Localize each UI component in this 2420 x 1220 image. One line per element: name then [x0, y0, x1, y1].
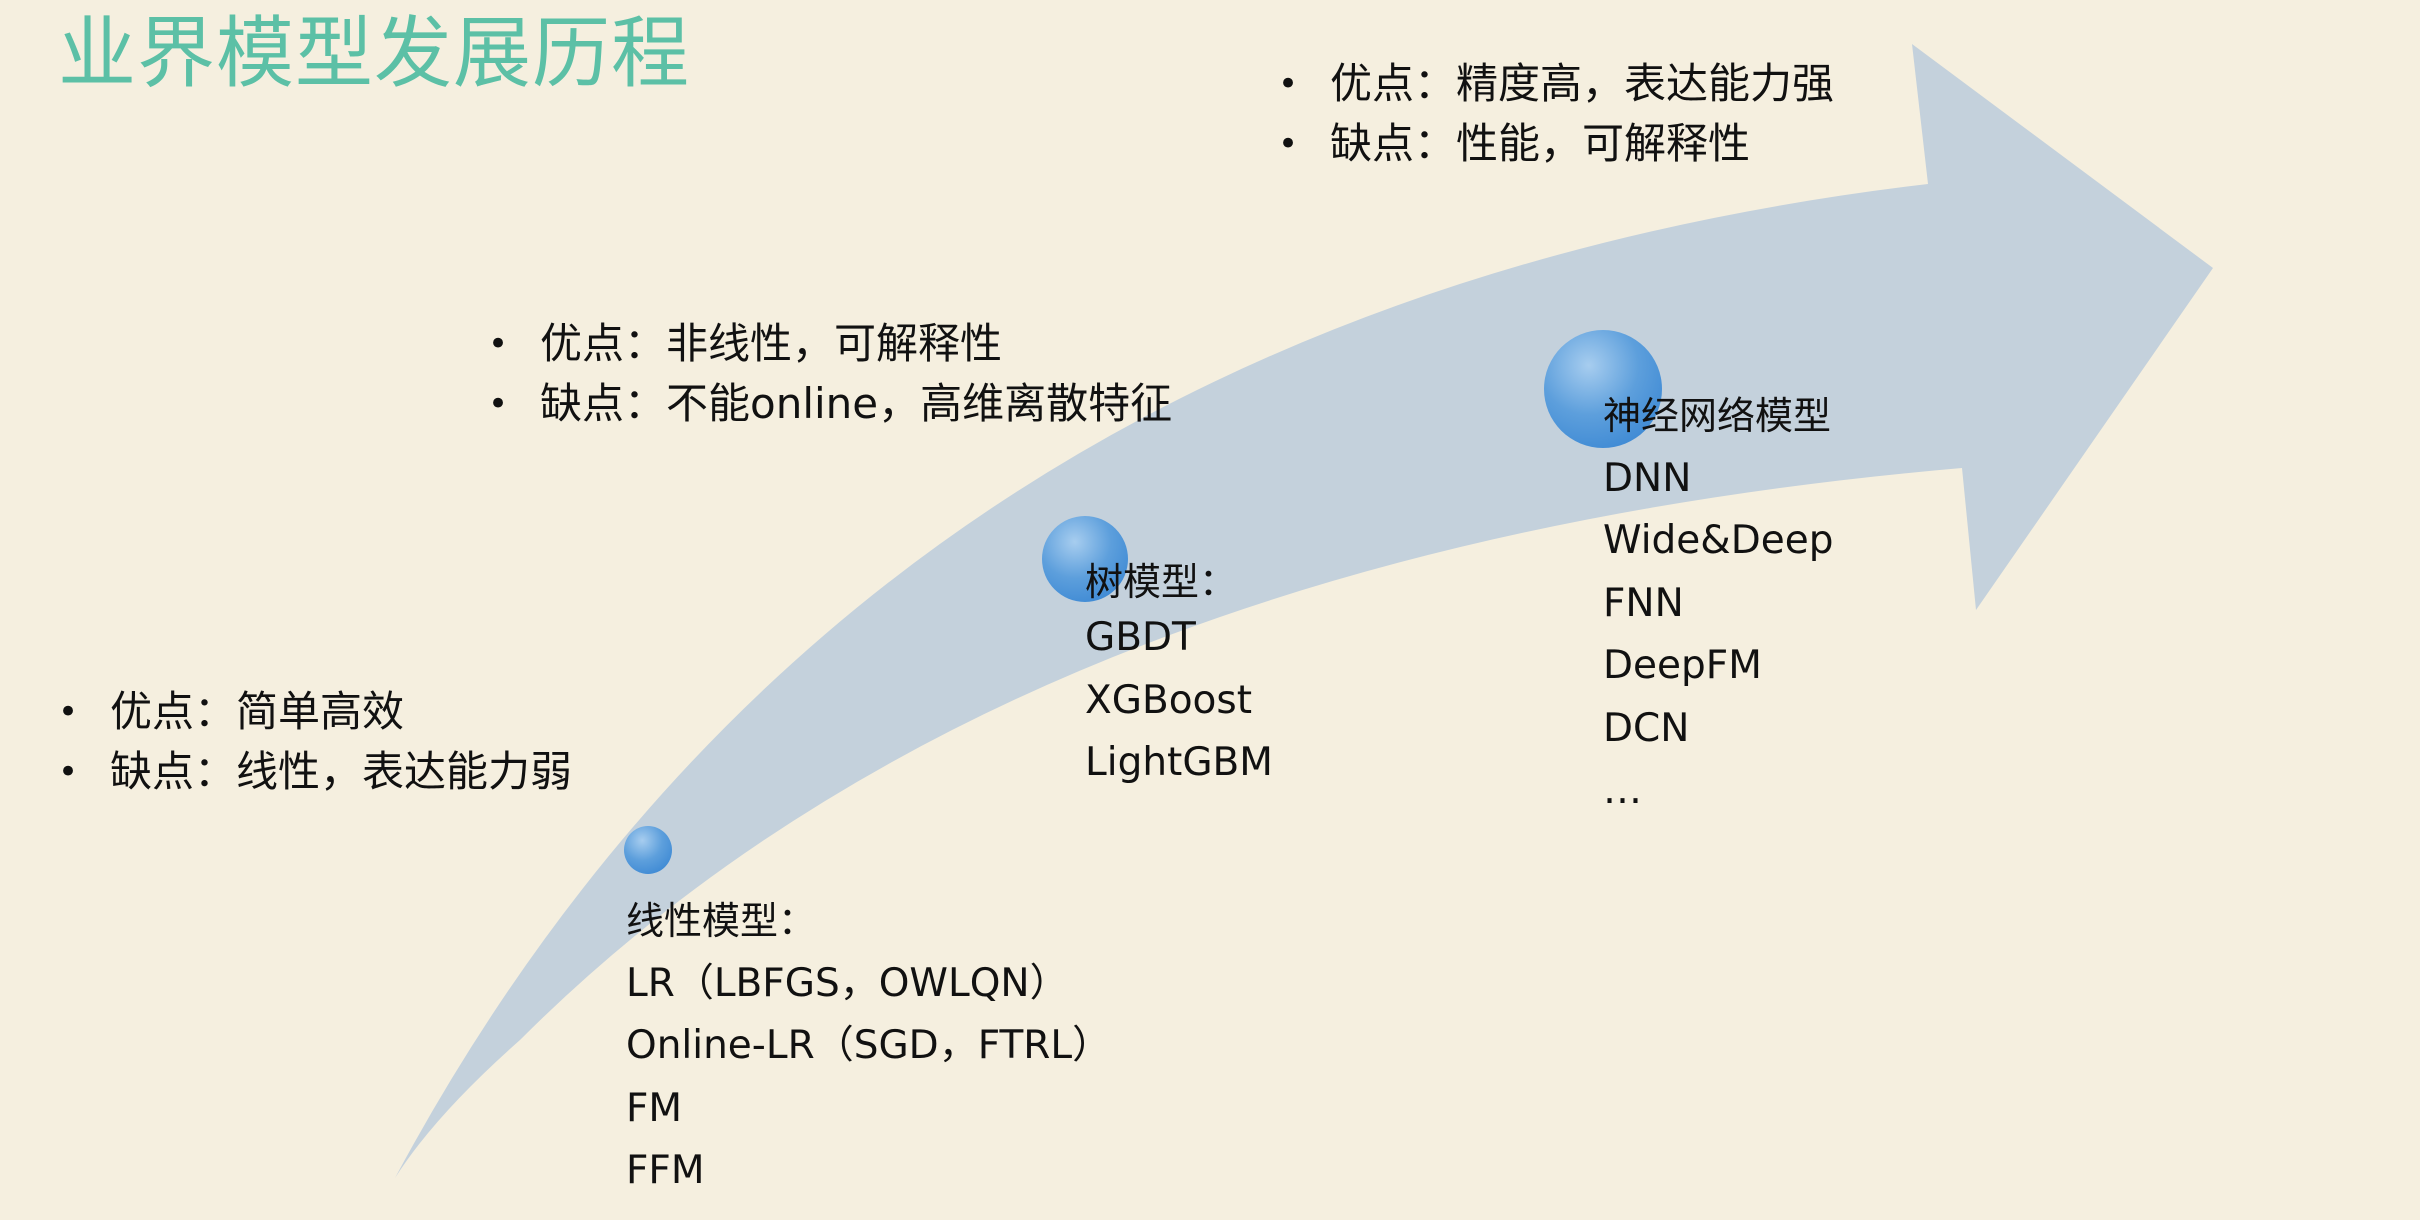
slide: 业界模型发展历程 优点：简单高效 缺点：线性，表达能力弱 优点：非线性，可解释性… — [0, 0, 2420, 1220]
neural-cons: 缺点：性能，可解释性 — [1278, 114, 1834, 174]
neural-model-item: DNN — [1603, 455, 1692, 501]
neural-model-heading: 神经网络模型 — [1603, 394, 1832, 438]
neural-model-item: DeepFM — [1603, 643, 1762, 688]
neural-model-item: DCN — [1603, 705, 1690, 751]
tree-cons: 缺点：不能online，高维离散特征 — [488, 374, 1172, 434]
linear-model-item: LR（LBFGS，OWLQN） — [626, 960, 1069, 1006]
linear-model-item: FFM — [626, 1148, 705, 1193]
tree-model-item: LightGBM — [1085, 740, 1273, 785]
neural-model-item: Wide&Deep — [1603, 518, 1834, 563]
linear-model-group: 线性模型： LR（LBFGS，OWLQN） Online-LR（SGD，FTRL… — [626, 890, 1111, 1203]
linear-cons: 缺点：线性，表达能力弱 — [58, 742, 572, 802]
linear-stage-marker — [624, 826, 672, 874]
tree-model-group: 树模型： GBDT XGBoost LightGBM — [1085, 557, 1273, 795]
linear-model-item: FM — [626, 1085, 683, 1131]
linear-model-item: Online-LR（SGD，FTRL） — [626, 1023, 1112, 1068]
tree-pros: 优点：非线性，可解释性 — [488, 314, 1172, 374]
neural-pros: 优点：精度高，表达能力强 — [1278, 54, 1834, 114]
neural-model-group: 神经网络模型 DNN Wide&Deep FNN DeepFM DCN … — [1603, 385, 1833, 823]
neural-pros-cons: 优点：精度高，表达能力强 缺点：性能，可解释性 — [1278, 54, 1834, 174]
tree-model-item: XGBoost — [1085, 677, 1253, 723]
tree-model-heading: 树模型： — [1085, 560, 1238, 604]
tree-model-item: GBDT — [1085, 615, 1196, 660]
tree-pros-cons: 优点：非线性，可解释性 缺点：不能online，高维离散特征 — [488, 314, 1172, 434]
page-title: 业界模型发展历程 — [58, 9, 691, 99]
neural-model-item: … — [1603, 768, 1642, 813]
linear-pros-cons: 优点：简单高效 缺点：线性，表达能力弱 — [58, 682, 572, 802]
neural-model-item: FNN — [1603, 580, 1684, 626]
linear-pros: 优点：简单高效 — [58, 682, 572, 742]
linear-model-heading: 线性模型： — [626, 899, 817, 943]
